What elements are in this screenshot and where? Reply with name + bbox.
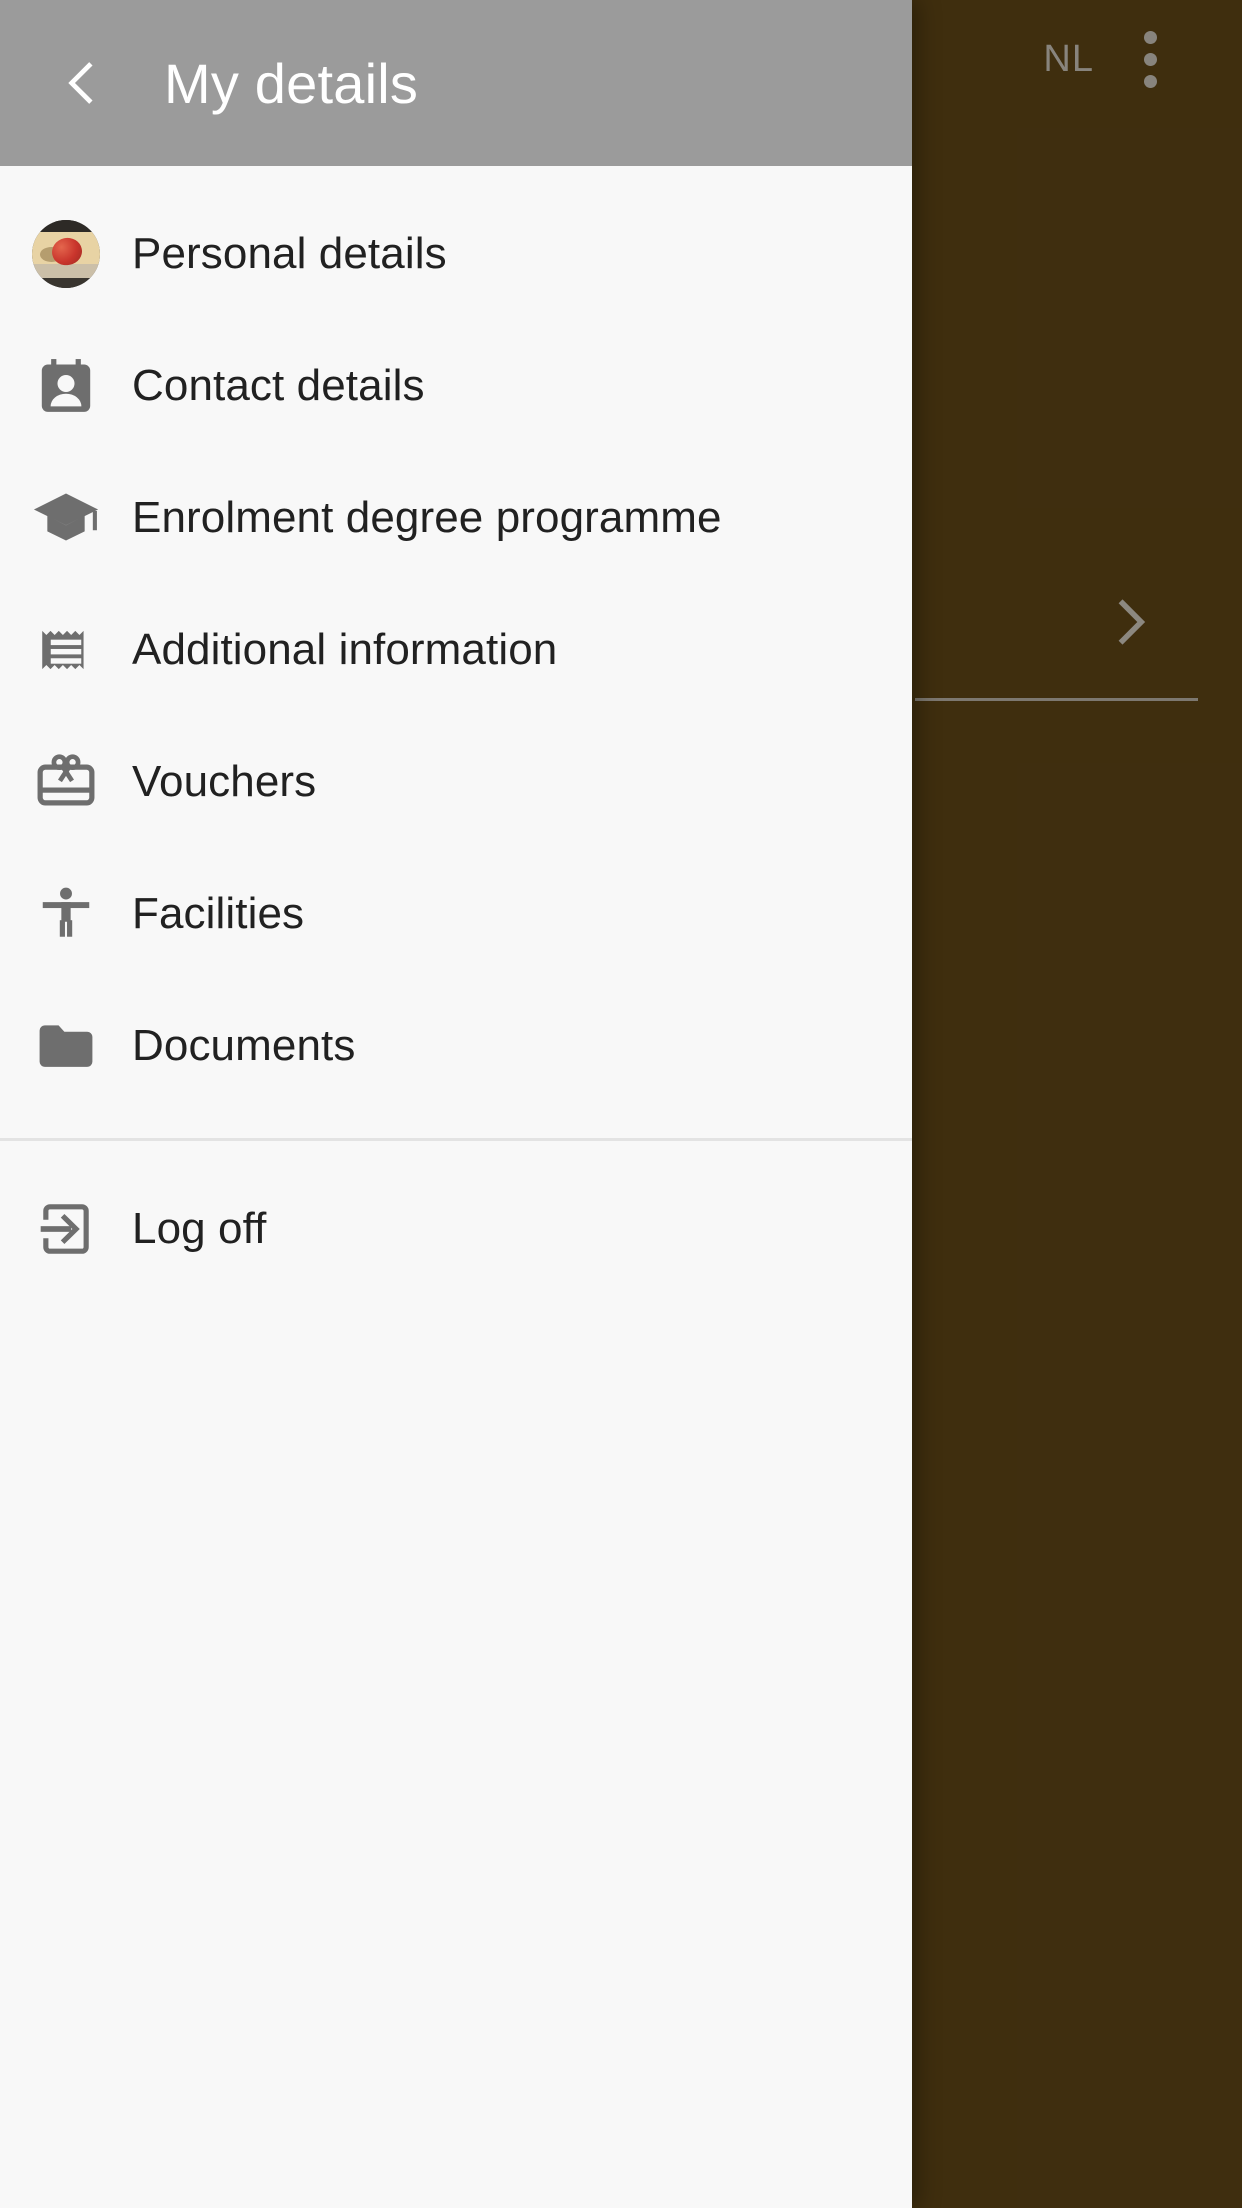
back-button[interactable] xyxy=(0,0,164,166)
drawer-header: My details xyxy=(0,0,912,166)
overflow-dot xyxy=(1143,52,1157,66)
drawer-menu-secondary: Log off xyxy=(0,1141,912,1295)
sidebar-item-vouchers[interactable]: Vouchers xyxy=(0,716,912,848)
sidebar-item-enrolment-degree-programme[interactable]: Enrolment degree programme xyxy=(0,452,912,584)
sidebar-item-additional-information[interactable]: Additional information xyxy=(0,584,912,716)
avatar xyxy=(32,220,100,288)
sidebar-item-label: Vouchers xyxy=(132,757,317,806)
overflow-dot xyxy=(1143,74,1157,88)
sidebar-item-contact-details[interactable]: Contact details xyxy=(0,320,912,452)
sidebar-item-label: Facilities xyxy=(132,889,305,938)
sidebar-item-personal-details[interactable]: Personal details xyxy=(0,188,912,320)
sidebar-item-log-off[interactable]: Log off xyxy=(0,1163,912,1295)
chevron-right-icon[interactable] xyxy=(1100,592,1160,652)
page-title: My details xyxy=(164,51,419,115)
list-divider xyxy=(915,698,1198,701)
sidebar-item-label: Additional information xyxy=(132,625,558,674)
chevron-left-icon xyxy=(68,62,93,104)
graduation-cap-icon xyxy=(0,483,132,553)
sidebar-item-label: Log off xyxy=(132,1204,267,1253)
sidebar-item-label: Personal details xyxy=(132,229,447,278)
sidebar-item-label: Contact details xyxy=(132,361,425,410)
logout-arrow-icon xyxy=(0,1198,132,1260)
sidebar-item-label: Documents xyxy=(132,1021,356,1070)
drawer-menu-primary: Personal details Contact details Enrolme… xyxy=(0,166,912,1112)
profile-photo-avatar xyxy=(0,220,132,288)
accessibility-person-icon xyxy=(0,883,132,945)
more-vert-icon[interactable] xyxy=(1120,0,1180,118)
overflow-dot xyxy=(1143,30,1157,44)
contact-badge-icon xyxy=(0,353,132,419)
sidebar-item-facilities[interactable]: Facilities xyxy=(0,848,912,980)
sidebar-item-label: Enrolment degree programme xyxy=(132,493,722,542)
gift-card-icon xyxy=(0,749,132,815)
language-button[interactable]: NL xyxy=(1043,0,1094,118)
sidebar-item-documents[interactable]: Documents xyxy=(0,980,912,1112)
navigation-drawer: My details Personal details Contact deta… xyxy=(0,0,912,2208)
app-screen: NL Register xyxy=(0,0,1242,2208)
receipt-note-icon xyxy=(0,619,132,681)
folder-icon xyxy=(0,1013,132,1079)
